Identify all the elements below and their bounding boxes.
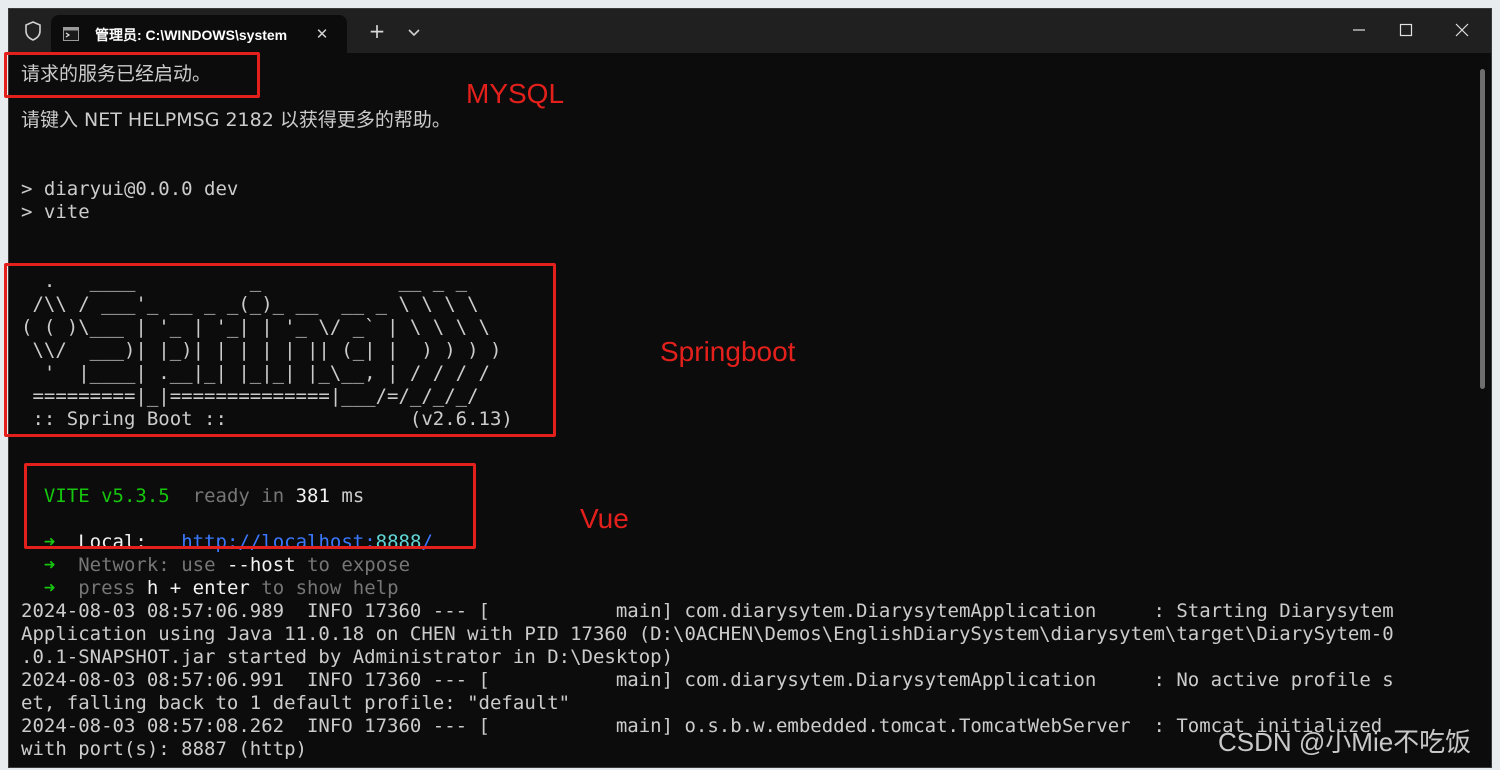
log-line: Application using Java 11.0.18 on CHEN w… (21, 623, 1394, 645)
network-use: use (181, 554, 216, 576)
network-flag: --host (226, 554, 296, 576)
new-tab-button[interactable]: + (365, 19, 389, 43)
vite-help-line: ➜ press h + enter to show help (21, 577, 399, 600)
vite-network-line: ➜ Network: use --host to expose (21, 554, 410, 577)
arrow-icon: ➜ (43, 577, 56, 599)
help-press: press (78, 577, 136, 599)
vite-command-line: > vite (21, 201, 90, 223)
tab-admin-cmd[interactable]: 管理员: C:\WINDOWS\system ✕ (51, 15, 347, 53)
help-tail: to show help (261, 577, 399, 599)
log-line: 2024-08-03 08:57:06.989 INFO 17360 --- [… (21, 600, 1394, 622)
vue-annotation: Vue (580, 503, 629, 534)
springboot-highlight-box (4, 263, 556, 437)
log-line: with port(s): 8887 (http) (21, 738, 307, 760)
maximize-icon[interactable] (1386, 15, 1426, 45)
mysql-highlight-box (4, 52, 260, 98)
csdn-watermark: CSDN @小Mie不吃饭 (1218, 727, 1472, 757)
npm-script-line: > diaryui@0.0.0 dev (21, 178, 239, 200)
mysql-annotation: MYSQL (466, 78, 565, 109)
springboot-annotation: Springboot (660, 336, 796, 367)
scrollbar-thumb[interactable] (1480, 69, 1485, 389)
tab-title: 管理员: C:\WINDOWS\system (95, 27, 288, 43)
vue-highlight-box (24, 463, 476, 549)
network-tail: to expose (307, 554, 411, 576)
minimize-icon[interactable] (1339, 15, 1379, 45)
log-line: .0.1-SNAPSHOT.jar started by Administrat… (21, 646, 674, 668)
chevron-down-icon[interactable] (403, 21, 425, 43)
shield-icon (25, 21, 41, 41)
log-line: 2024-08-03 08:57:06.991 INFO 17360 --- [… (21, 669, 1394, 691)
arrow-icon: ➜ (43, 554, 56, 576)
title-bar[interactable]: 管理员: C:\WINDOWS\system ✕ + (9, 9, 1491, 53)
terminal-icon (63, 27, 79, 41)
log-line: 2024-08-03 08:57:08.262 INFO 17360 --- [… (21, 715, 1383, 737)
net-helpmsg-line: 请键入 NET HELPMSG 2182 以获得更多的帮助。 (21, 109, 451, 131)
network-label: Network: (78, 554, 170, 576)
help-key: h + enter (146, 577, 250, 599)
close-window-icon[interactable] (1442, 15, 1482, 45)
close-icon[interactable]: ✕ (311, 23, 333, 45)
log-line: et, falling back to 1 default profile: "… (21, 692, 571, 714)
